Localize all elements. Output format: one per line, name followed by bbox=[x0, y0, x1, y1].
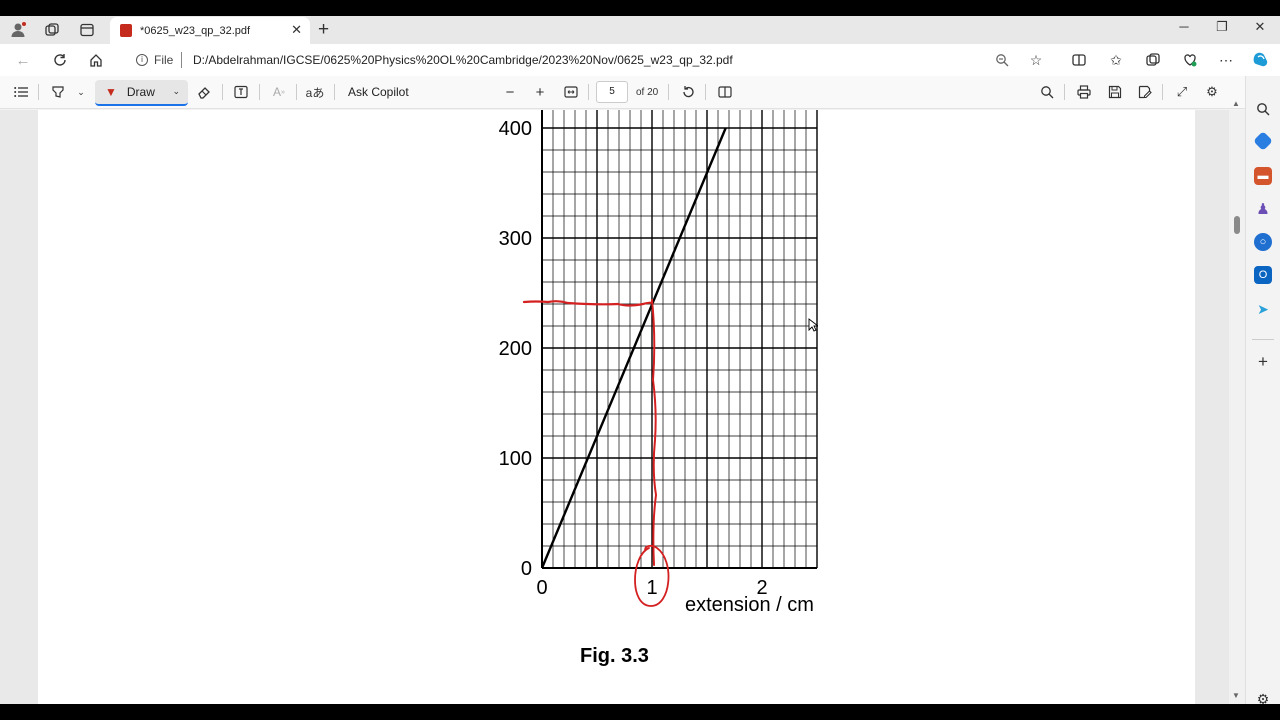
tab-pdf-document[interactable]: *0625_w23_qp_32.pdf ✕ bbox=[110, 17, 310, 44]
scrollbar-thumb[interactable] bbox=[1234, 216, 1240, 234]
sidebar-settings-icon[interactable]: ⚙ bbox=[1254, 690, 1272, 705]
address-bar-row: ← i File D:/Abdelrahman/IGCSE/0625%20Phy… bbox=[0, 44, 1280, 76]
url-field[interactable]: D:/Abdelrahman/IGCSE/0625%20Physics%20OL… bbox=[193, 53, 733, 67]
page-view-icon[interactable] bbox=[714, 82, 736, 102]
pdf-icon bbox=[120, 24, 132, 37]
toolbar-divider bbox=[38, 84, 39, 100]
draw-button[interactable]: ▼ Draw ⌄ bbox=[95, 80, 188, 106]
pdf-page: 0 100 200 300 400 0 1 2 extension / cm Fig. 3.3 bbox=[38, 110, 1195, 704]
tab-title: *0625_w23_qp_32.pdf bbox=[140, 24, 251, 37]
ask-copilot-button[interactable]: Ask Copilot bbox=[348, 85, 409, 99]
browser-window: *0625_w23_qp_32.pdf ✕ + ─ ❐ ✕ ← i File D… bbox=[0, 16, 1280, 704]
y-tick-label: 200 bbox=[499, 338, 532, 360]
refresh-icon[interactable] bbox=[50, 50, 70, 70]
close-tab-icon[interactable]: ✕ bbox=[291, 22, 302, 38]
x-tick-label: 0 bbox=[536, 577, 547, 599]
drop-send-icon[interactable]: ➤ bbox=[1254, 300, 1272, 318]
browser-essentials-icon[interactable] bbox=[1180, 50, 1200, 70]
y-tick-label: 300 bbox=[499, 228, 532, 250]
tab-strip: *0625_w23_qp_32.pdf ✕ + ─ ❐ ✕ bbox=[0, 16, 1280, 44]
save-as-icon[interactable] bbox=[1134, 82, 1156, 102]
workspaces-icon[interactable] bbox=[42, 20, 62, 40]
close-window-icon[interactable]: ✕ bbox=[1250, 19, 1270, 35]
toolbar-divider bbox=[668, 84, 669, 100]
translate-icon[interactable]: aあ bbox=[304, 82, 326, 102]
highlight-options-chevron-icon[interactable]: ⌄ bbox=[70, 82, 92, 102]
eraser-icon[interactable] bbox=[193, 82, 215, 102]
toolbar-divider bbox=[334, 84, 335, 100]
toolbar-divider bbox=[296, 84, 297, 100]
expand-icon[interactable]: ⤢ bbox=[1171, 82, 1193, 102]
zoom-icon[interactable] bbox=[992, 50, 1012, 70]
add-sidebar-app-icon[interactable]: + bbox=[1254, 352, 1272, 371]
highlight-icon[interactable] bbox=[47, 82, 69, 102]
y-tick-label: 100 bbox=[499, 448, 532, 470]
shopping-tag-icon[interactable] bbox=[1253, 131, 1273, 151]
page-count: of 20 bbox=[636, 87, 659, 98]
text-box-icon[interactable] bbox=[230, 82, 252, 102]
y-tick-label: 0 bbox=[521, 558, 532, 580]
tools-briefcase-icon[interactable]: ▬ bbox=[1254, 167, 1272, 185]
draw-options-chevron-icon[interactable]: ⌄ bbox=[172, 86, 180, 97]
read-aloud-icon[interactable]: A» bbox=[268, 82, 290, 102]
page-number-input[interactable]: 5 bbox=[596, 81, 628, 103]
x-tick-label: 1 bbox=[646, 577, 657, 599]
profile-icon[interactable] bbox=[8, 20, 28, 40]
address-prefix: File bbox=[154, 53, 174, 67]
games-icon[interactable]: ♟ bbox=[1254, 200, 1272, 218]
zoom-out-icon[interactable]: − bbox=[499, 82, 521, 102]
pdf-toolbar: ⌄ ▼ Draw ⌄ A» aあ Ask Copilot − + 5 of 20 bbox=[0, 76, 1245, 109]
zoom-in-icon[interactable]: + bbox=[529, 82, 551, 102]
search-icon[interactable] bbox=[1254, 100, 1272, 118]
x-axis-title: extension / cm bbox=[685, 594, 814, 616]
mouse-cursor-icon bbox=[808, 318, 818, 332]
pdf-viewer: 0 100 200 300 400 0 1 2 extension / cm Fig. 3.3 bbox=[0, 110, 1245, 704]
pen-icon: ▼ bbox=[105, 85, 117, 99]
back-icon[interactable]: ← bbox=[13, 50, 33, 70]
favorite-star-icon[interactable]: ☆ bbox=[1026, 50, 1046, 70]
sidebar-divider bbox=[1252, 339, 1274, 340]
figure-caption: Fig. 3.3 bbox=[580, 645, 649, 667]
toolbar-divider bbox=[1064, 84, 1065, 100]
draw-label: Draw bbox=[126, 85, 155, 99]
edge-sidebar: ▬ ♟ ○ O ➤ + ⚙ bbox=[1245, 76, 1280, 704]
home-icon[interactable] bbox=[86, 50, 106, 70]
split-screen-icon[interactable] bbox=[1069, 50, 1089, 70]
tab-actions-icon[interactable] bbox=[77, 20, 97, 40]
vertical-scrollbar[interactable]: ▲ ▼ bbox=[1229, 99, 1245, 704]
y-tick-label: 400 bbox=[499, 118, 532, 140]
restore-icon[interactable]: ❐ bbox=[1212, 19, 1232, 35]
contents-icon[interactable] bbox=[10, 82, 32, 102]
toolbar-divider bbox=[222, 84, 223, 100]
scroll-up-arrow-icon[interactable]: ▲ bbox=[1232, 99, 1240, 108]
toolbar-divider bbox=[1162, 84, 1163, 100]
print-icon[interactable] bbox=[1073, 82, 1095, 102]
force-extension-graph: 01002003004000 1 2 bbox=[499, 110, 818, 607]
copilot-icon[interactable] bbox=[1251, 50, 1271, 70]
toolbar-divider bbox=[259, 84, 260, 100]
annotation-horizontal-stroke bbox=[522, 300, 654, 307]
outlook-icon[interactable]: O bbox=[1254, 266, 1272, 284]
more-options-icon[interactable]: ⋯ bbox=[1216, 50, 1236, 70]
site-info[interactable]: i File bbox=[136, 53, 173, 67]
pdf-settings-icon[interactable]: ⚙ bbox=[1201, 82, 1223, 102]
new-tab-icon[interactable]: + bbox=[318, 19, 329, 41]
toolbar-divider bbox=[705, 84, 706, 100]
favorites-icon[interactable]: ✩ bbox=[1106, 50, 1126, 70]
scroll-down-arrow-icon[interactable]: ▼ bbox=[1232, 691, 1240, 700]
info-icon: i bbox=[136, 54, 148, 66]
rotate-icon[interactable] bbox=[677, 82, 699, 102]
fit-to-page-icon[interactable] bbox=[560, 82, 582, 102]
minimize-icon[interactable]: ─ bbox=[1174, 19, 1194, 34]
save-icon[interactable] bbox=[1104, 82, 1126, 102]
microsoft365-icon[interactable]: ○ bbox=[1254, 233, 1272, 251]
find-icon[interactable] bbox=[1036, 82, 1058, 102]
toolbar-divider bbox=[588, 84, 589, 100]
collections-icon[interactable] bbox=[1143, 50, 1163, 70]
url-divider bbox=[181, 52, 182, 68]
